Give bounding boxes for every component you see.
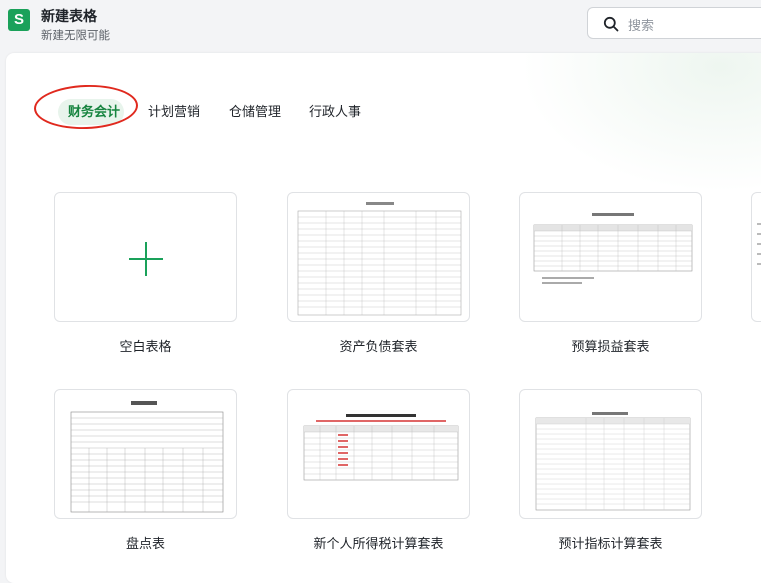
template-label-forecast-indicators: 预计指标计算套表 [558, 537, 663, 552]
search-input[interactable]: 搜索 [587, 7, 761, 39]
plus-icon-bar [129, 258, 163, 260]
template-label-blank: 空白表格 [119, 340, 172, 355]
search-icon [603, 16, 619, 32]
sheet-preview-thumbnail [528, 396, 695, 514]
template-card-partial[interactable] [751, 192, 761, 322]
page-title: 新建表格 [41, 9, 97, 25]
tab-warehouse-management[interactable]: 仓储管理 [229, 103, 281, 123]
header-bar: S 新建表格 新建无限可能 搜索 [0, 0, 761, 52]
page-subtitle: 新建无限可能 [41, 28, 110, 42]
sheets-app-icon: S [8, 9, 30, 31]
template-label-inventory: 盘点表 [125, 537, 165, 552]
sheet-preview-thumbnail [296, 199, 463, 317]
template-card-budget-pnl[interactable] [519, 192, 702, 322]
template-label-balance-sheet: 资产负债套表 [339, 340, 418, 355]
template-label-budget-pnl: 预算损益套表 [571, 340, 650, 355]
template-card-balance-sheet[interactable] [287, 192, 470, 322]
template-card-inventory[interactable] [54, 389, 237, 519]
search-placeholder: 搜索 [628, 19, 655, 34]
tab-administration-hr[interactable]: 行政人事 [309, 103, 361, 123]
template-card-forecast-indicators[interactable] [519, 389, 702, 519]
template-label-income-tax: 新个人所得税计算套表 [313, 537, 444, 552]
sheet-preview-thumbnail [528, 199, 695, 317]
template-card-blank[interactable] [54, 192, 237, 322]
sheet-preview-thumbnail [63, 396, 230, 514]
tab-planning-marketing[interactable]: 计划营销 [148, 103, 200, 123]
template-card-income-tax[interactable] [287, 389, 470, 519]
sheet-preview-thumbnail [296, 396, 463, 514]
sheet-preview-thumbnail [757, 223, 761, 265]
